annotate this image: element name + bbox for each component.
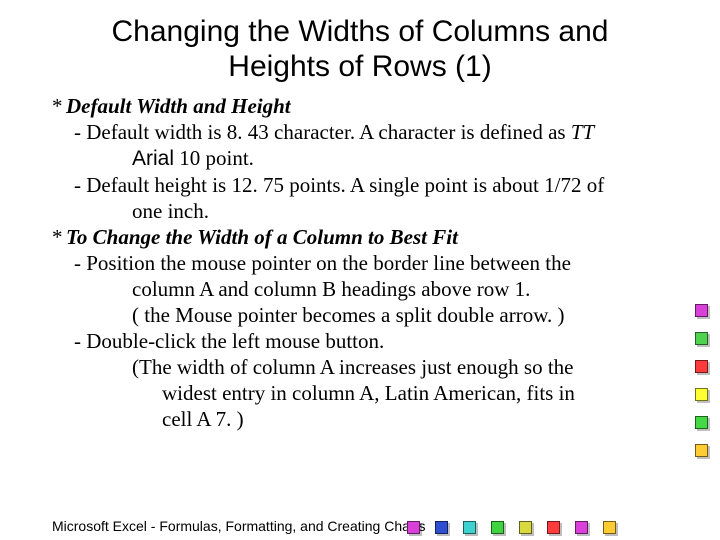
line-double-click-cont1: (The width of column A increases just en… xyxy=(132,354,660,380)
text-doubleclick-b: (The width of column A increases just en… xyxy=(132,355,574,379)
line-position-pointer-cont1: column A and column B headings above row… xyxy=(132,276,660,302)
line-default-height-cont: one inch. xyxy=(132,198,660,224)
decor-square-icon xyxy=(695,388,708,401)
section-header-2: To Change the Width of a Column to Best … xyxy=(66,225,458,249)
line-default-height: - Default height is 12. 75 points. A sin… xyxy=(74,172,660,198)
title-line-2: Heights of Rows (1) xyxy=(228,50,491,83)
text-doubleclick-d: cell A 7. ) xyxy=(162,407,244,431)
decor-square-icon xyxy=(575,521,588,534)
text-tt: TT xyxy=(571,120,594,144)
text-position-b: column A and column B headings above row… xyxy=(132,277,530,301)
line-default-width: - Default width is 8. 43 character. A ch… xyxy=(74,119,660,145)
title-line-1: Changing the Widths of Columns and xyxy=(112,15,609,48)
decor-square-icon xyxy=(407,521,420,534)
decor-square-icon xyxy=(695,360,708,373)
line-position-pointer-cont2: ( the Mouse pointer becomes a split doub… xyxy=(132,302,660,328)
line-double-click-cont3: cell A 7. ) xyxy=(162,406,660,432)
bullet-star-icon: * xyxy=(52,224,66,250)
line-position-pointer: - Position the mouse pointer on the bord… xyxy=(74,250,660,276)
decor-square-icon xyxy=(519,521,532,534)
text-default-width-d: 10 point. xyxy=(174,146,254,170)
text-position-a: - Position the mouse pointer on the bord… xyxy=(74,251,571,275)
line-double-click-cont2: widest entry in column A, Latin American… xyxy=(162,380,660,406)
section-header-1: Default Width and Height xyxy=(66,94,291,118)
decor-square-icon xyxy=(695,304,708,317)
text-default-height-b: one inch. xyxy=(132,199,209,223)
decor-square-icon xyxy=(695,444,708,457)
decor-square-icon xyxy=(603,521,616,534)
bullet-star-icon: * xyxy=(52,93,66,119)
text-doubleclick-a: - Double-click the left mouse button. xyxy=(74,329,384,353)
decor-square-icon xyxy=(491,521,504,534)
slide-body: *Default Width and Height - Default widt… xyxy=(52,93,660,432)
slide-title: Changing the Widths of Columns and Heigh… xyxy=(40,14,680,85)
line-double-click: - Double-click the left mouse button. xyxy=(74,328,660,354)
decor-square-icon xyxy=(435,521,448,534)
line-default-width-cont: Arial 10 point. xyxy=(132,145,660,172)
text-default-width-a: - Default width is 8. 43 character. A ch… xyxy=(74,120,571,144)
text-arial-font: Arial xyxy=(132,147,174,170)
slide-footer: Microsoft Excel - Formulas, Formatting, … xyxy=(52,518,425,534)
decor-square-icon xyxy=(547,521,560,534)
decor-square-icon xyxy=(463,521,476,534)
bullet-change-width: *To Change the Width of a Column to Best… xyxy=(52,224,660,250)
text-doubleclick-c: widest entry in column A, Latin American… xyxy=(162,381,575,405)
decor-square-icon xyxy=(695,332,708,345)
slide: Changing the Widths of Columns and Heigh… xyxy=(0,14,720,540)
text-position-c: ( the Mouse pointer becomes a split doub… xyxy=(132,303,565,327)
bullet-default-width-height: *Default Width and Height xyxy=(52,93,660,119)
decor-square-icon xyxy=(695,416,708,429)
text-default-height-a: - Default height is 12. 75 points. A sin… xyxy=(74,173,604,197)
